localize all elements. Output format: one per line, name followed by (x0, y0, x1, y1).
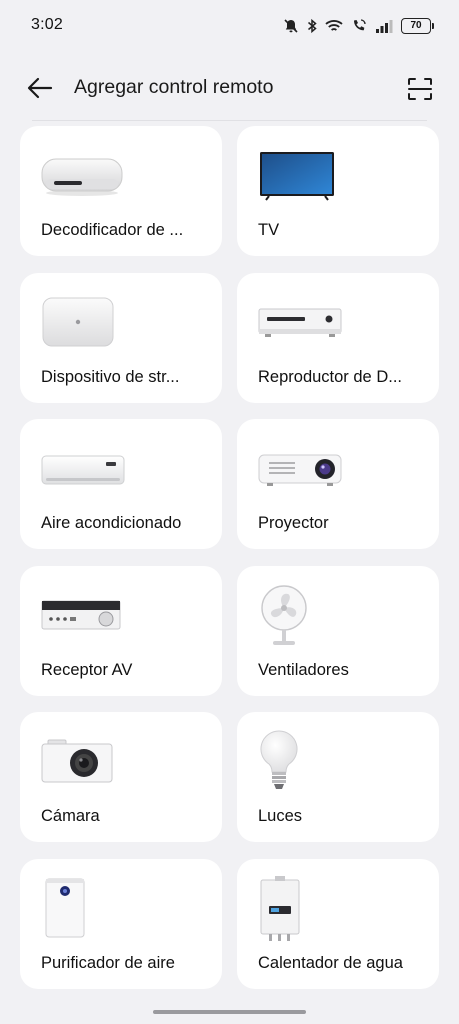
water-heater-icon (257, 875, 347, 941)
device-card-camera[interactable]: Cámara (20, 712, 222, 842)
tv-icon (257, 146, 347, 206)
app-bar: Agregar control remoto (0, 66, 459, 110)
dvd-player-icon (257, 293, 347, 353)
air-conditioner-icon (40, 439, 130, 499)
wifi-calling-icon (351, 18, 367, 34)
air-purifier-icon (40, 878, 130, 939)
device-label: Decodificador de ... (41, 221, 184, 239)
device-card-tv[interactable]: TV (237, 126, 439, 256)
device-card-av-receiver[interactable]: Receptor AV (20, 565, 222, 696)
device-label: Aire acondicionado (41, 514, 182, 532)
scan-button[interactable] (405, 74, 435, 104)
light-bulb-icon (257, 730, 347, 792)
device-label: Proyector (258, 514, 329, 532)
status-bar: 3:02 70 (0, 0, 459, 52)
wifi-icon (325, 19, 343, 33)
set-top-box-icon (40, 146, 130, 206)
status-icons: 70 (283, 14, 434, 38)
device-label: Receptor AV (41, 660, 133, 679)
av-receiver-icon (40, 586, 130, 646)
fan-icon (257, 584, 347, 646)
device-card-set-top-box[interactable]: Decodificador de ... (20, 126, 222, 256)
back-button[interactable] (24, 74, 56, 102)
status-time: 3:02 (31, 16, 63, 33)
streaming-device-icon (40, 293, 130, 353)
device-grid: Decodificador de ... TV Dispositivo de s… (20, 126, 439, 989)
signal-icon (375, 19, 393, 33)
scan-frame-icon (408, 78, 432, 100)
device-label: Purificador de aire (41, 953, 175, 972)
device-label: TV (258, 221, 280, 239)
device-card-air-purifier[interactable]: Purificador de aire (20, 858, 222, 989)
device-card-projector[interactable]: Proyector (237, 419, 439, 549)
projector-icon (257, 439, 347, 499)
bluetooth-icon (307, 18, 317, 34)
device-card-water-heater[interactable]: Calentador de agua (237, 858, 439, 989)
device-label: Reproductor de D... (258, 367, 402, 386)
device-card-air-conditioner[interactable]: Aire acondicionado (20, 419, 222, 549)
divider (32, 120, 427, 121)
page-title: Agregar control remoto (74, 76, 274, 98)
arrow-left-icon (27, 77, 53, 99)
device-card-lights[interactable]: Luces (237, 712, 439, 842)
home-indicator[interactable] (153, 1010, 306, 1014)
battery-icon: 70 (401, 18, 434, 34)
device-label: Calentador de agua (258, 953, 403, 972)
device-card-fan[interactable]: Ventiladores (237, 565, 439, 696)
device-label: Luces (258, 807, 303, 825)
device-label: Dispositivo de str... (41, 367, 180, 386)
mute-bell-icon (283, 18, 299, 34)
device-label: Cámara (41, 807, 100, 825)
device-card-streaming-device[interactable]: Dispositivo de str... (20, 272, 222, 403)
device-label: Ventiladores (258, 660, 349, 679)
device-card-dvd-player[interactable]: Reproductor de D... (237, 272, 439, 403)
camera-icon (40, 732, 130, 792)
